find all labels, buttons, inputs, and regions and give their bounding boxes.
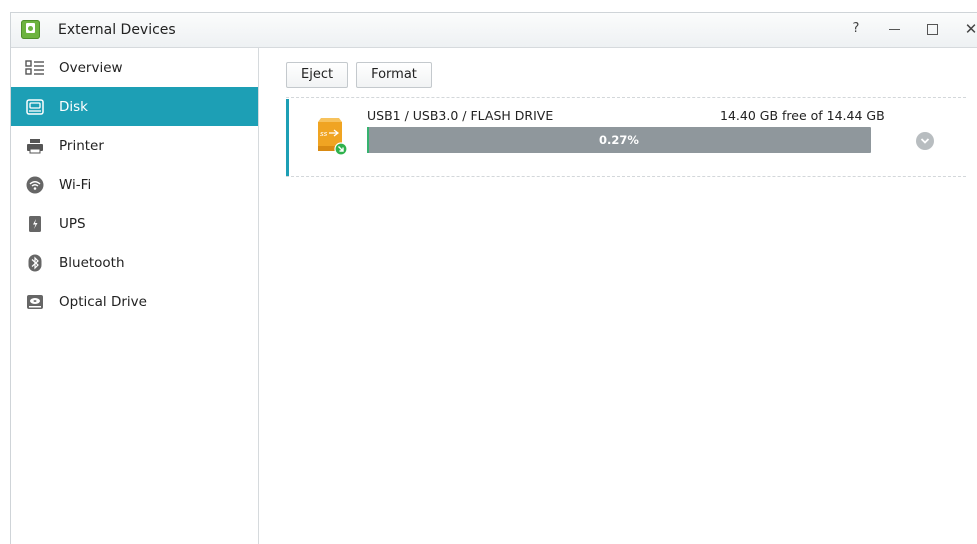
close-button[interactable]: ✕ <box>959 18 977 40</box>
maximize-button[interactable] <box>920 18 944 40</box>
printer-icon <box>25 136 45 156</box>
maximize-icon <box>926 24 938 35</box>
sidebar-item-optical-drive[interactable]: Optical Drive <box>11 282 258 321</box>
device-free-space: 14.40 GB free of 14.44 GB <box>720 108 885 123</box>
optical-drive-icon <box>25 292 45 312</box>
expand-details-button[interactable] <box>916 132 934 150</box>
disk-icon <box>25 97 45 117</box>
sidebar-item-wifi[interactable]: Wi-Fi <box>11 165 258 204</box>
window-title: External Devices <box>58 22 176 38</box>
minimize-icon <box>888 29 900 30</box>
usage-progress-bar: 0.27% <box>367 127 871 153</box>
sidebar-item-label: Disk <box>59 98 88 115</box>
device-row[interactable]: ss USB1 / USB3.0 / FLASH DRIVE 14.40 GB … <box>286 97 966 177</box>
help-button[interactable]: ? <box>844 18 868 40</box>
external-devices-window: External Devices ? ✕ Overview Disk Print… <box>10 12 977 544</box>
sidebar-item-label: UPS <box>59 215 86 232</box>
sidebar-item-label: Overview <box>59 59 123 76</box>
sidebar-item-bluetooth[interactable]: Bluetooth <box>11 243 258 282</box>
sidebar-item-printer[interactable]: Printer <box>11 126 258 165</box>
bluetooth-icon <box>25 253 45 273</box>
help-icon: ? <box>852 21 860 36</box>
ups-icon <box>25 214 45 234</box>
toolbar: Eject Format <box>286 62 432 88</box>
sidebar: Overview Disk Printer Wi-Fi UPS Bluetoot… <box>11 48 259 544</box>
app-icon <box>21 20 40 39</box>
sidebar-item-ups[interactable]: UPS <box>11 204 258 243</box>
main-panel: Eject Format ss USB1 / USB3.0 / FLASH DR… <box>259 48 977 544</box>
device-name: USB1 / USB3.0 / FLASH DRIVE <box>367 108 554 123</box>
sidebar-item-label: Bluetooth <box>59 254 125 271</box>
format-button[interactable]: Format <box>356 62 432 88</box>
eject-button[interactable]: Eject <box>286 62 349 88</box>
sidebar-item-disk[interactable]: Disk <box>11 87 258 126</box>
selection-indicator <box>286 99 289 176</box>
chevron-down-icon <box>920 138 930 144</box>
sidebar-item-overview[interactable]: Overview <box>11 48 258 87</box>
sidebar-item-label: Printer <box>59 137 104 154</box>
usb-drive-icon: ss <box>312 118 348 158</box>
close-icon: ✕ <box>964 20 977 38</box>
usage-percent-label: 0.27% <box>599 133 639 147</box>
sidebar-item-label: Optical Drive <box>59 293 147 310</box>
minimize-button[interactable] <box>882 18 906 40</box>
svg-text:ss: ss <box>320 130 328 138</box>
overview-icon <box>25 58 45 78</box>
sidebar-item-label: Wi-Fi <box>59 176 92 193</box>
wifi-icon <box>25 175 45 195</box>
title-bar: External Devices ? ✕ <box>11 13 977 48</box>
